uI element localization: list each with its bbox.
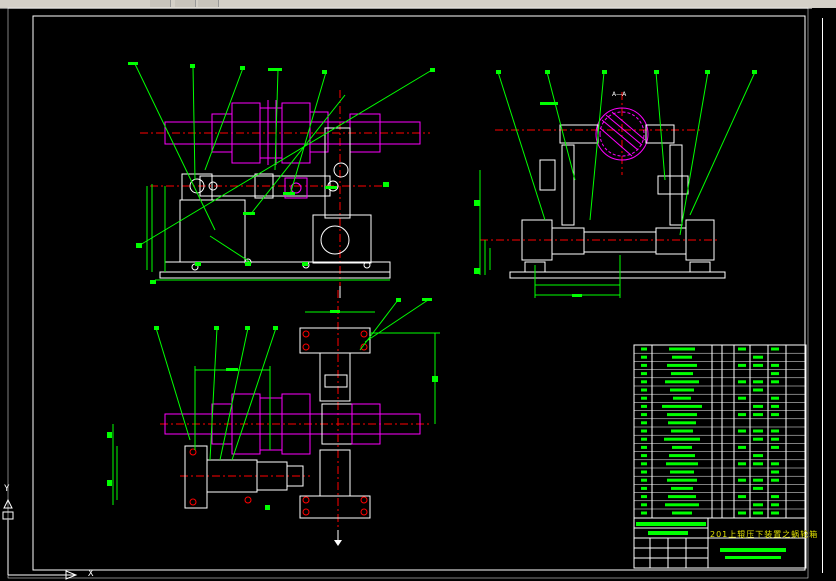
bom-cell	[641, 388, 647, 392]
bom-cell	[753, 478, 763, 482]
bom-cell	[753, 437, 763, 441]
bom-cell	[664, 437, 700, 441]
bom-cell	[641, 363, 647, 367]
ucs-icon	[2, 498, 78, 580]
bom-cell	[738, 495, 746, 499]
bom-cell	[753, 355, 763, 359]
bom-cell	[641, 495, 647, 499]
bom-cell	[753, 388, 763, 392]
ucs-x-label: X	[88, 569, 94, 579]
front-view	[128, 62, 435, 290]
bom-cell	[665, 380, 699, 384]
bom-cell	[753, 380, 763, 384]
bom-cell	[673, 396, 691, 400]
bom-cell	[753, 462, 763, 466]
bom-cell	[666, 462, 698, 466]
bom-cell	[670, 470, 694, 474]
bom-cell	[753, 511, 763, 515]
bom-cell	[753, 404, 763, 408]
bom-cell	[771, 396, 779, 400]
bom-cell	[641, 404, 647, 408]
bom-cell	[738, 396, 746, 400]
bom-cell	[665, 503, 699, 507]
bom-cell	[641, 503, 647, 507]
bom-cell	[771, 363, 779, 367]
bom-cell	[771, 495, 779, 499]
bom-cell	[738, 511, 746, 515]
bom-cell	[738, 478, 746, 482]
bom-cell	[753, 503, 763, 507]
bom-cell	[771, 445, 779, 449]
bom-cell	[669, 347, 695, 351]
vertical-scrollbar[interactable]	[812, 8, 836, 581]
ucs-y-label: Y	[4, 484, 10, 494]
bom-cell	[753, 454, 763, 458]
bom-cell	[641, 478, 647, 482]
bom-cell	[667, 413, 697, 417]
bom-rows	[634, 344, 806, 515]
drawing-canvas[interactable]: A—A	[0, 0, 836, 581]
bom-cell	[738, 445, 746, 449]
bom-cell	[672, 355, 692, 359]
drawing-title: 201上辊压下装置之蜗轮箱	[710, 530, 819, 539]
bom-cell	[771, 462, 779, 466]
bom-cell	[771, 470, 779, 474]
bom-cell	[641, 421, 647, 425]
bom-cell	[771, 503, 779, 507]
bom-cell	[671, 372, 693, 376]
bom-cell	[771, 380, 779, 384]
bom-cell	[641, 413, 647, 417]
bom-cell	[641, 437, 647, 441]
bom-cell	[771, 511, 779, 515]
section-label: A—A	[612, 91, 627, 98]
bom-cell	[771, 372, 779, 376]
bom-cell	[668, 421, 696, 425]
bom-cell	[738, 347, 746, 351]
bom-cell	[771, 404, 779, 408]
bom-cell	[641, 347, 647, 351]
bom-cell	[753, 363, 763, 367]
bom-cell	[669, 454, 695, 458]
bom-cell	[641, 429, 647, 433]
bom-cell	[641, 380, 647, 384]
bom-cell	[670, 388, 694, 392]
bom-cell	[671, 429, 693, 433]
bom-cell	[641, 355, 647, 359]
bom-cell	[738, 413, 746, 417]
bom-cell	[641, 511, 647, 515]
top-view	[107, 286, 440, 546]
bom-cell	[641, 445, 647, 449]
bom-cell	[771, 347, 779, 351]
bom-cell	[771, 413, 779, 417]
bom-cell	[641, 372, 647, 376]
bom-cell	[672, 445, 692, 449]
bom-cell	[641, 470, 647, 474]
bom-cell	[738, 363, 746, 367]
bom-cell	[738, 462, 746, 466]
bom-cell	[771, 478, 779, 482]
bom-cell	[753, 413, 763, 417]
bom-cell	[641, 462, 647, 466]
bom-cell	[671, 486, 693, 490]
bom-cell	[771, 429, 779, 433]
bom-cell	[668, 495, 696, 499]
bom-cell	[641, 396, 647, 400]
bom-cell	[771, 437, 779, 441]
bom-cell	[667, 363, 697, 367]
bom-cell	[641, 454, 647, 458]
bom-cell	[662, 404, 702, 408]
bom-cell	[672, 511, 692, 515]
bom-cell	[753, 486, 763, 490]
bom-cell	[641, 486, 647, 490]
side-view: A—A	[474, 70, 757, 298]
bom-cell	[738, 429, 746, 433]
bom-cell	[753, 429, 763, 433]
bom-cell	[667, 478, 697, 482]
bom-cell	[738, 380, 746, 384]
